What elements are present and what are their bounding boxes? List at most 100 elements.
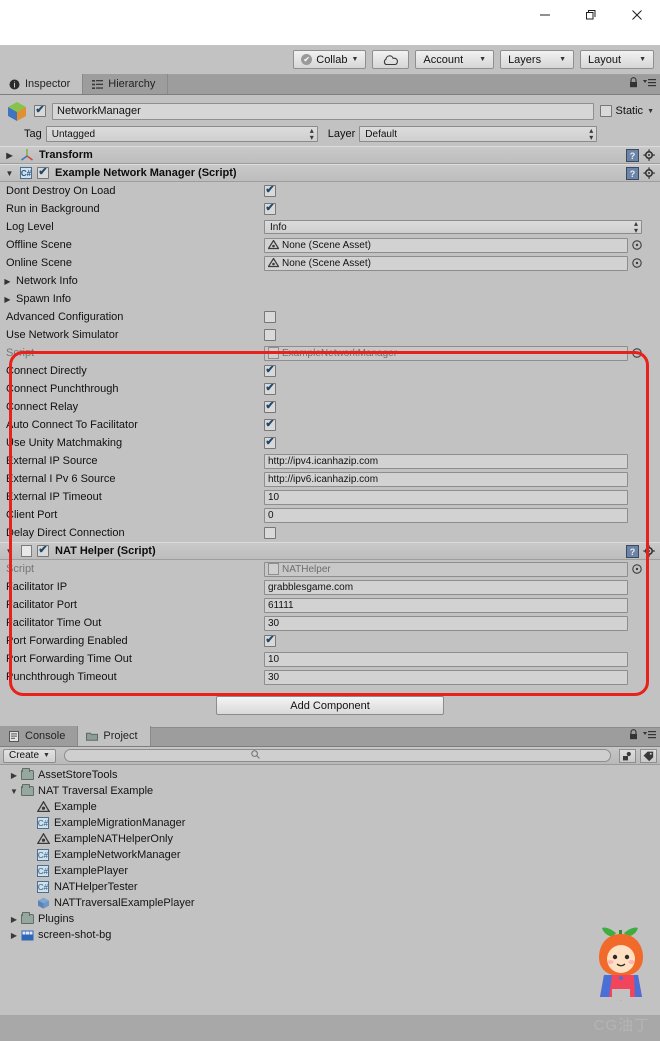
- create-button[interactable]: Create ▼: [3, 748, 56, 763]
- object-picker-icon[interactable]: [631, 257, 644, 270]
- tree-item-label: AssetStoreTools: [38, 769, 118, 781]
- add-component-button[interactable]: Add Component: [216, 696, 444, 715]
- tree-item-example[interactable]: Example: [0, 799, 660, 815]
- tree-item-nattraversalexampleplayer[interactable]: NATTraversalExamplePlayer: [0, 895, 660, 911]
- tree-item-screen-shot-bg[interactable]: ▶ screen-shot-bg: [0, 927, 660, 943]
- chevron-down-icon: ▼: [559, 56, 567, 63]
- help-icon[interactable]: ?: [626, 148, 639, 162]
- gear-icon[interactable]: [643, 148, 656, 162]
- tab-project[interactable]: Project: [78, 726, 151, 746]
- punchthrough-timeout-input[interactable]: 30: [264, 669, 628, 685]
- script-objectfield[interactable]: NATHelper: [264, 561, 628, 577]
- gear-icon[interactable]: [643, 166, 656, 180]
- external-ip-timeout-input[interactable]: 10: [264, 489, 628, 505]
- label: Dont Destroy On Load: [6, 185, 116, 197]
- foldout-arrow-collapsed-icon[interactable]: ▶: [8, 931, 20, 940]
- component-header-transform[interactable]: ▶ Transform ?: [0, 146, 660, 164]
- gameobject-enabled-checkbox[interactable]: [34, 105, 46, 117]
- log-level-dropdown[interactable]: Info ▴ ▾: [264, 220, 642, 235]
- auto-connect-to-facilitator-checkbox[interactable]: [264, 419, 276, 431]
- label: Facilitator IP: [6, 581, 68, 593]
- script-objectfield[interactable]: ExampleNetworkManager: [264, 345, 628, 361]
- tree-item-nat-traversal-example[interactable]: ▼ NAT Traversal Example: [0, 783, 660, 799]
- tab-console[interactable]: Console: [0, 726, 79, 746]
- row-network-info[interactable]: ▶ Network Info: [0, 272, 660, 290]
- lock-icon[interactable]: [629, 77, 638, 91]
- row-port-forwarding-time-out: Port Forwarding Time Out 10: [0, 650, 660, 668]
- window-close-button[interactable]: [614, 0, 660, 30]
- facilitator-port-input[interactable]: 61111: [264, 597, 628, 613]
- account-button[interactable]: Account ▼: [415, 50, 495, 69]
- object-picker-icon[interactable]: [631, 239, 644, 252]
- static-checkbox[interactable]: [599, 105, 612, 117]
- foldout-arrow-collapsed-icon[interactable]: ▶: [4, 151, 15, 160]
- component-header-example-network-manager[interactable]: ▼ C# Example Network Manager (Script) ?: [0, 164, 660, 182]
- tree-item-exampleplayer[interactable]: C# ExamplePlayer: [0, 863, 660, 879]
- tree-item-plugins[interactable]: ▶ Plugins: [0, 911, 660, 927]
- layers-button[interactable]: Layers ▼: [500, 50, 575, 69]
- label: Punchthrough Timeout: [6, 671, 117, 683]
- component-header-nat-helper[interactable]: ▼ NAT Helper (Script) ?: [0, 542, 660, 560]
- online-scene-objectfield[interactable]: None (Scene Asset): [264, 255, 628, 271]
- gear-icon[interactable]: [643, 544, 656, 558]
- help-icon[interactable]: ?: [626, 544, 639, 558]
- cloud-button[interactable]: [372, 50, 410, 69]
- component-enabled-checkbox[interactable]: [37, 167, 49, 179]
- delay-direct-connection-checkbox[interactable]: [264, 527, 276, 539]
- object-picker-icon[interactable]: [631, 347, 644, 360]
- tab-inspector[interactable]: i Inspector: [0, 74, 84, 94]
- gameobject-name-input[interactable]: NetworkManager: [52, 102, 594, 120]
- row-spawn-info[interactable]: ▶ Spawn Info: [0, 290, 660, 308]
- foldout-arrow-collapsed-icon[interactable]: ▶: [8, 915, 20, 924]
- chevron-down-icon[interactable]: ▼: [647, 108, 654, 115]
- foldout-arrow-expanded-icon[interactable]: ▼: [8, 787, 20, 796]
- folder-icon: [20, 768, 34, 782]
- static-toggle-group[interactable]: Static ▼: [599, 105, 654, 117]
- help-icon[interactable]: ?: [626, 166, 639, 180]
- advanced-configuration-checkbox[interactable]: [264, 311, 276, 323]
- layout-button[interactable]: Layout ▼: [580, 50, 654, 69]
- layer-dropdown[interactable]: Default ▴ ▾: [359, 126, 598, 142]
- tag-dropdown[interactable]: Untagged ▴ ▾: [45, 126, 318, 142]
- foldout-arrow-expanded-icon[interactable]: ▼: [4, 169, 15, 178]
- connect-relay-checkbox[interactable]: [264, 401, 276, 413]
- gameobject-icon: [6, 100, 28, 122]
- offline-scene-objectfield[interactable]: None (Scene Asset): [264, 237, 628, 253]
- filter-by-type-button[interactable]: [619, 748, 636, 763]
- tree-item-examplemigrationmanager[interactable]: C# ExampleMigrationManager: [0, 815, 660, 831]
- connect-directly-checkbox[interactable]: [264, 365, 276, 377]
- project-search-input[interactable]: [63, 749, 611, 762]
- use-unity-matchmaking-checkbox[interactable]: [264, 437, 276, 449]
- window-maximize-button[interactable]: [568, 0, 614, 30]
- collab-button[interactable]: ✔ Collab ▼: [293, 50, 367, 69]
- component-enabled-checkbox[interactable]: [37, 545, 49, 557]
- port-forwarding-enabled-checkbox[interactable]: [264, 635, 276, 647]
- external-ip-source-input[interactable]: http://ipv4.icanhazip.com: [264, 453, 628, 469]
- row-facilitator-port: Facilitator Port 61111: [0, 596, 660, 614]
- lock-icon[interactable]: [629, 729, 638, 743]
- tree-item-examplenathelperonly[interactable]: ExampleNATHelperOnly: [0, 831, 660, 847]
- use-network-simulator-checkbox[interactable]: [264, 329, 276, 341]
- facilitator-ip-input[interactable]: grabblesgame.com: [264, 579, 628, 595]
- tree-item-nathelpertester[interactable]: C# NATHelperTester: [0, 879, 660, 895]
- panel-menu-icon[interactable]: [643, 730, 656, 742]
- client-port-input[interactable]: 0: [264, 507, 628, 523]
- panel-menu-icon[interactable]: [643, 78, 656, 90]
- foldout-arrow-collapsed-icon[interactable]: ▶: [2, 277, 13, 286]
- foldout-arrow-expanded-icon[interactable]: ▼: [4, 547, 15, 556]
- external-ipv6-source-input[interactable]: http://ipv6.icanhazip.com: [264, 471, 628, 487]
- foldout-arrow-collapsed-icon[interactable]: ▶: [8, 771, 20, 780]
- port-forwarding-time-out-input[interactable]: 10: [264, 651, 628, 667]
- object-picker-icon[interactable]: [631, 563, 644, 576]
- facilitator-time-out-input[interactable]: 30: [264, 615, 628, 631]
- dont-destroy-on-load-checkbox[interactable]: [264, 185, 276, 197]
- tree-item-assetstoretools[interactable]: ▶ AssetStoreTools: [0, 767, 660, 783]
- filter-by-label-button[interactable]: [640, 748, 657, 763]
- tab-hierarchy[interactable]: Hierarchy: [83, 74, 169, 94]
- window-minimize-button[interactable]: [522, 0, 568, 30]
- run-in-background-checkbox[interactable]: [264, 203, 276, 215]
- foldout-arrow-collapsed-icon[interactable]: ▶: [2, 295, 13, 304]
- tree-item-examplenetworkmanager[interactable]: C# ExampleNetworkManager: [0, 847, 660, 863]
- connect-punchthrough-checkbox[interactable]: [264, 383, 276, 395]
- static-label: Static: [615, 105, 644, 117]
